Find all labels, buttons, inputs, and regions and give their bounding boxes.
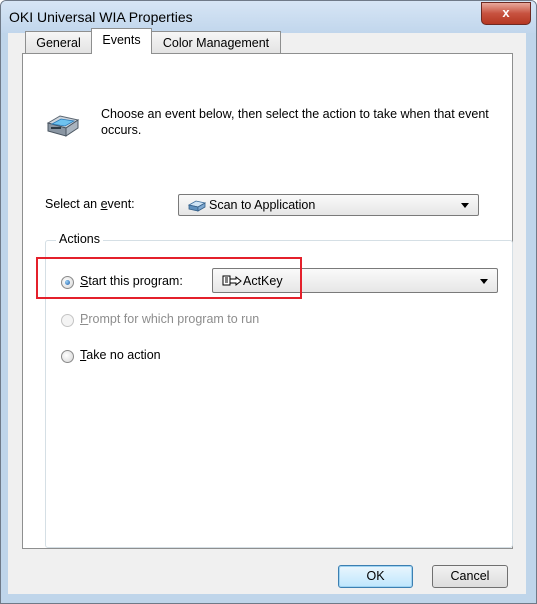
chevron-down-icon: [480, 279, 488, 284]
title-bar[interactable]: OKI Universal WIA Properties: [1, 1, 536, 33]
tab-general-label: General: [36, 36, 81, 50]
tab-general[interactable]: General: [25, 31, 92, 53]
ok-button[interactable]: OK: [338, 565, 413, 588]
window-title: OKI Universal WIA Properties: [9, 9, 193, 25]
prompt-program-label[interactable]: Prompt for which program to run: [80, 312, 259, 326]
events-description: Choose an event below, then select the a…: [101, 107, 489, 137]
tab-events[interactable]: Events: [91, 28, 152, 54]
tab-color-management-label: Color Management: [162, 36, 270, 50]
scanner-event-icon: [188, 200, 206, 212]
select-event-label: Select an event:: [45, 197, 135, 211]
prompt-program-label-text: rompt for which program to run: [88, 312, 260, 326]
highlight-box: [36, 257, 302, 299]
event-dropdown[interactable]: Scan to Application: [178, 194, 479, 216]
cancel-button[interactable]: Cancel: [432, 565, 508, 588]
no-action-label-text: ake no action: [86, 348, 161, 362]
actions-legend: Actions: [56, 232, 103, 246]
scanner-icon: [46, 115, 80, 137]
close-icon: x: [502, 5, 510, 20]
no-action-radio[interactable]: [61, 350, 74, 363]
close-button[interactable]: x: [481, 2, 531, 25]
event-dropdown-value: Scan to Application: [209, 198, 316, 212]
prompt-program-radio[interactable]: [61, 314, 74, 327]
chevron-down-icon: [461, 203, 469, 208]
select-event-label-pre: Select an: [45, 197, 101, 211]
tab-events-label: Events: [102, 33, 141, 47]
no-action-label[interactable]: Take no action: [80, 348, 161, 362]
select-event-label-mnemonic: e: [100, 197, 108, 211]
select-event-label-post: vent:: [107, 197, 135, 211]
tab-color-management[interactable]: Color Management: [151, 31, 281, 53]
